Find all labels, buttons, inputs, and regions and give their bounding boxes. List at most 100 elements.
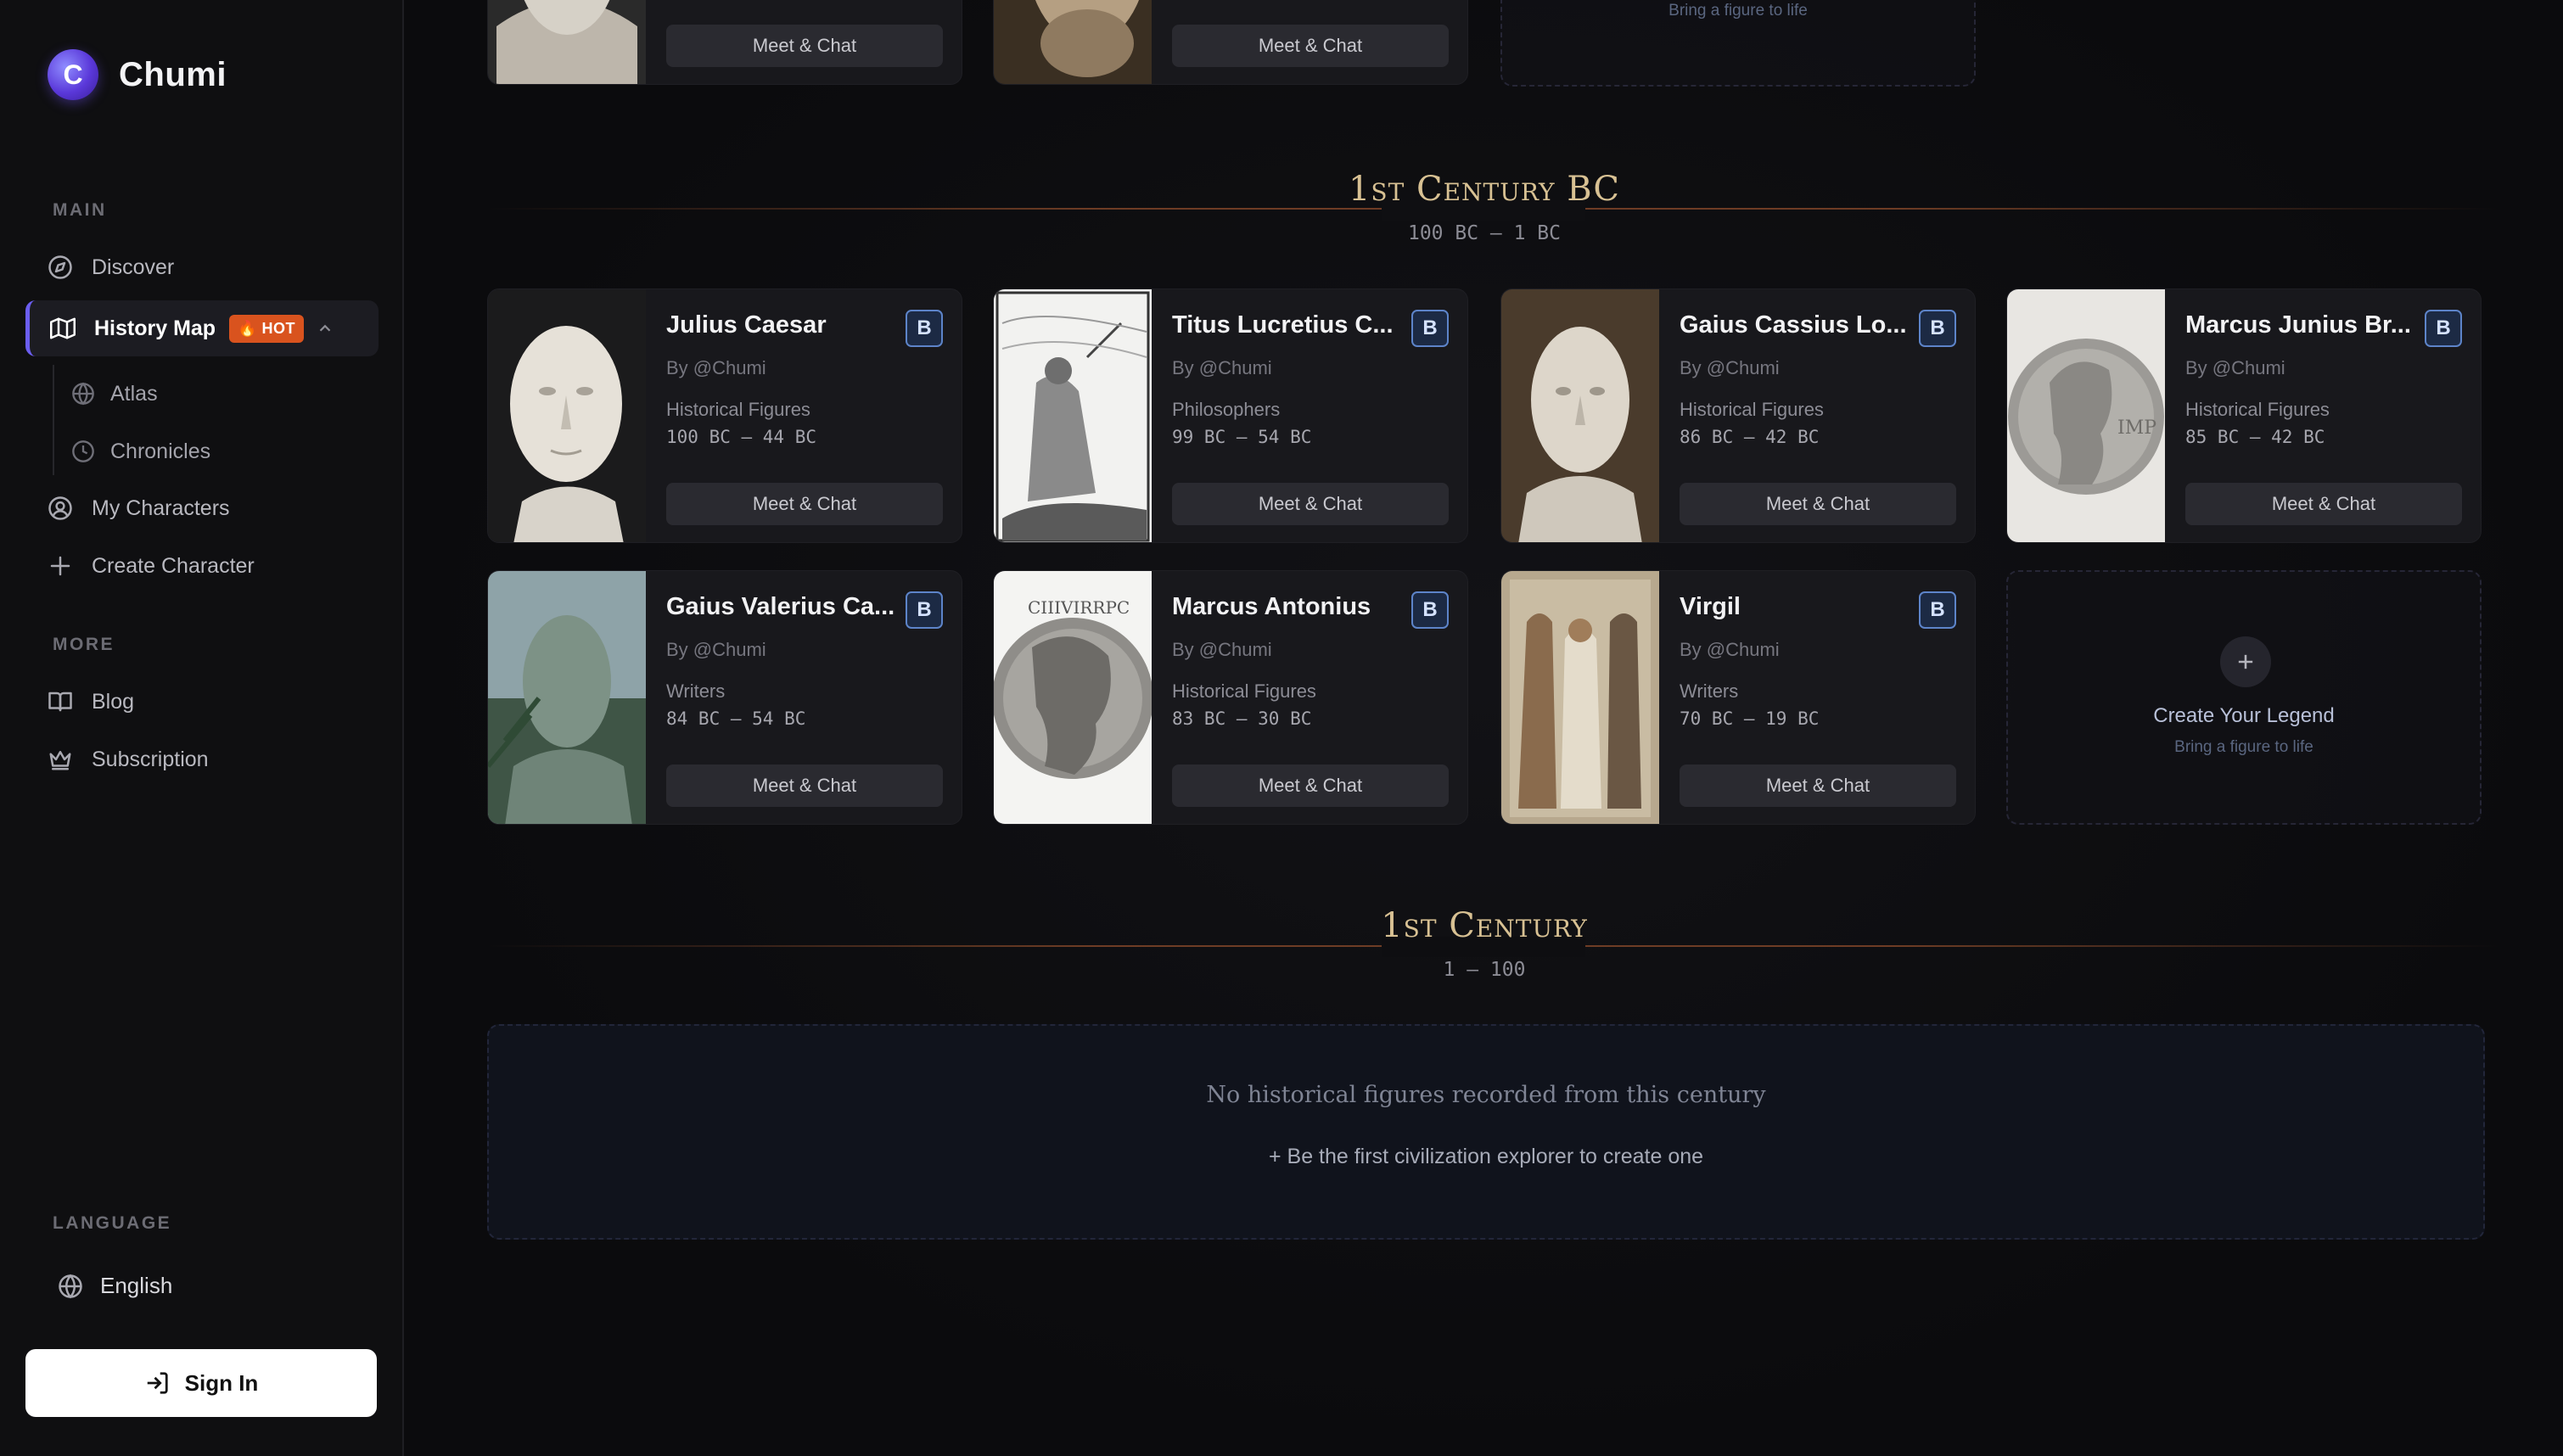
character-portrait: CIIIVIRRPC (994, 571, 1152, 824)
clock-icon (71, 440, 95, 463)
tier-badge: B (1919, 591, 1956, 629)
character-name: Virgil (1680, 593, 1741, 620)
sidebar-item-blog[interactable]: Blog (25, 674, 379, 730)
language-selector[interactable]: English (58, 1273, 172, 1299)
meet-chat-button[interactable]: Meet & Chat (1172, 25, 1449, 67)
compass-icon (46, 253, 75, 282)
tier-badge: B (1919, 310, 1956, 347)
app-logo: C (48, 49, 98, 100)
plus-icon (2220, 636, 2271, 687)
book-open-icon (46, 687, 75, 716)
sidebar-item-label: Subscription (92, 747, 209, 771)
character-card-gaius-valerius-catullus[interactable]: Gaius Valerius Ca... B By @Chumi Writers… (487, 570, 962, 825)
character-card[interactable]: Meet & Chat (993, 0, 1468, 85)
sidebar-item-chronicles[interactable]: Chronicles (71, 426, 210, 477)
character-author: By @Chumi (666, 357, 766, 378)
character-portrait (488, 0, 646, 84)
character-dates: 99 BC — 54 BC (1172, 427, 1312, 447)
meet-chat-button[interactable]: Meet & Chat (666, 25, 943, 67)
meet-chat-button[interactable]: Meet & Chat (666, 483, 943, 525)
character-card-julius-caesar[interactable]: Julius Caesar B By @Chumi Historical Fig… (487, 288, 962, 543)
character-dates: 70 BC — 19 BC (1680, 708, 1820, 729)
character-author: By @Chumi (666, 639, 766, 660)
create-first-link[interactable]: + Be the first civilization explorer to … (489, 1145, 2483, 1169)
character-category: Historical Figures (1172, 680, 1316, 702)
character-author: By @Chumi (1680, 357, 1780, 378)
century-range: 100 BC — 1 BC (1407, 222, 1561, 244)
character-card-gaius-cassius[interactable]: Gaius Cassius Lo... B By @Chumi Historic… (1500, 288, 1976, 543)
sign-in-label: Sign In (184, 1369, 259, 1396)
sidebar-item-atlas[interactable]: Atlas (71, 368, 158, 419)
section-label-more: MORE (53, 635, 115, 654)
sidebar-item-label: Discover (92, 255, 175, 279)
character-portrait (994, 289, 1152, 542)
sidebar-item-history-map[interactable]: History Map 🔥 HOT (25, 300, 379, 356)
empty-century-box: No historical figures recorded from this… (487, 1024, 2485, 1240)
meet-chat-button[interactable]: Meet & Chat (1172, 764, 1449, 807)
sidebar-item-label: History Map (94, 316, 216, 340)
character-dates: 100 BC — 44 BC (666, 427, 817, 447)
sidebar-item-label: Create Character (92, 553, 255, 578)
meet-chat-button[interactable]: Meet & Chat (2185, 483, 2462, 525)
character-dates: 83 BC — 30 BC (1172, 708, 1312, 729)
main-content: Meet & Chat Meet & Chat Bring a figure t… (406, 0, 2563, 1456)
brand[interactable]: C Chumi (48, 49, 227, 100)
plus-icon (46, 552, 75, 580)
log-in-icon (147, 1372, 168, 1394)
century-range: 1 — 100 (1443, 959, 1526, 981)
character-name: Titus Lucretius C... (1172, 311, 1394, 339)
character-portrait (488, 571, 646, 824)
character-card[interactable]: Meet & Chat (487, 0, 962, 85)
character-portrait (488, 289, 646, 542)
character-portrait (1501, 571, 1659, 824)
character-card-marcus-junius-brutus[interactable]: IMP Marcus Junius Br... B By @Chumi Hist… (2006, 288, 2482, 543)
sign-in-button[interactable]: Sign In (25, 1349, 377, 1417)
tier-badge: B (906, 310, 943, 347)
sidebar-item-label: My Characters (92, 496, 230, 520)
character-name: Gaius Cassius Lo... (1680, 311, 1907, 339)
character-name: Julius Caesar (666, 311, 827, 339)
create-legend-subtitle: Bring a figure to life (2174, 738, 2313, 756)
create-legend-card[interactable]: Create Your Legend Bring a figure to lif… (2006, 570, 2482, 825)
sidebar: C Chumi MAIN Discover History Map 🔥 HOT … (0, 0, 404, 1456)
character-author: By @Chumi (1172, 357, 1272, 378)
sidebar-item-subscription[interactable]: Subscription (25, 731, 379, 787)
character-category: Historical Figures (666, 399, 810, 420)
sidebar-item-discover[interactable]: Discover (25, 239, 379, 295)
character-dates: 85 BC — 42 BC (2185, 427, 2325, 447)
crown-icon (46, 745, 75, 774)
sidebar-item-label: Atlas (110, 381, 158, 406)
create-legend-card-partial[interactable]: Bring a figure to life (1500, 0, 1976, 87)
character-card-marcus-antonius[interactable]: CIIIVIRRPC Marcus Antonius B By @Chumi H… (993, 570, 1468, 825)
character-dates: 84 BC — 54 BC (666, 708, 806, 729)
user-circle-icon (46, 494, 75, 523)
character-author: By @Chumi (1172, 639, 1272, 660)
character-portrait (1501, 289, 1659, 542)
character-card-virgil[interactable]: Virgil B By @Chumi Writers 70 BC — 19 BC… (1500, 570, 1976, 825)
sidebar-item-label: Blog (92, 689, 135, 714)
create-legend-subtitle: Bring a figure to life (1668, 2, 1808, 20)
meet-chat-button[interactable]: Meet & Chat (1680, 483, 1956, 525)
meet-chat-button[interactable]: Meet & Chat (1172, 483, 1449, 525)
character-dates: 86 BC — 42 BC (1680, 427, 1820, 447)
century-title: 1st Century BC (1348, 170, 1620, 209)
character-category: Historical Figures (2185, 399, 2330, 420)
meet-chat-button[interactable]: Meet & Chat (1680, 764, 1956, 807)
empty-century-message: No historical figures recorded from this… (1206, 1082, 1766, 1108)
character-portrait: IMP (2007, 289, 2165, 542)
character-name: Marcus Junius Br... (2185, 311, 2411, 339)
svg-text:CIIIVIRRPC: CIIIVIRRPC (1028, 597, 1130, 618)
century-title: 1st Century (1381, 906, 1588, 945)
character-card-titus-lucretius[interactable]: Titus Lucretius C... B By @Chumi Philoso… (993, 288, 1468, 543)
chevron-up-icon[interactable] (316, 319, 334, 338)
character-category: Writers (1680, 680, 1739, 702)
meet-chat-button[interactable]: Meet & Chat (666, 764, 943, 807)
sidebar-item-create-character[interactable]: Create Character (25, 538, 379, 594)
character-name: Gaius Valerius Ca... (666, 593, 895, 620)
svg-text:IMP: IMP (2117, 417, 2156, 439)
sidebar-item-my-characters[interactable]: My Characters (25, 480, 379, 536)
map-icon (48, 314, 77, 343)
character-category: Historical Figures (1680, 399, 1824, 420)
tier-badge: B (906, 591, 943, 629)
tier-badge: B (1411, 591, 1449, 629)
